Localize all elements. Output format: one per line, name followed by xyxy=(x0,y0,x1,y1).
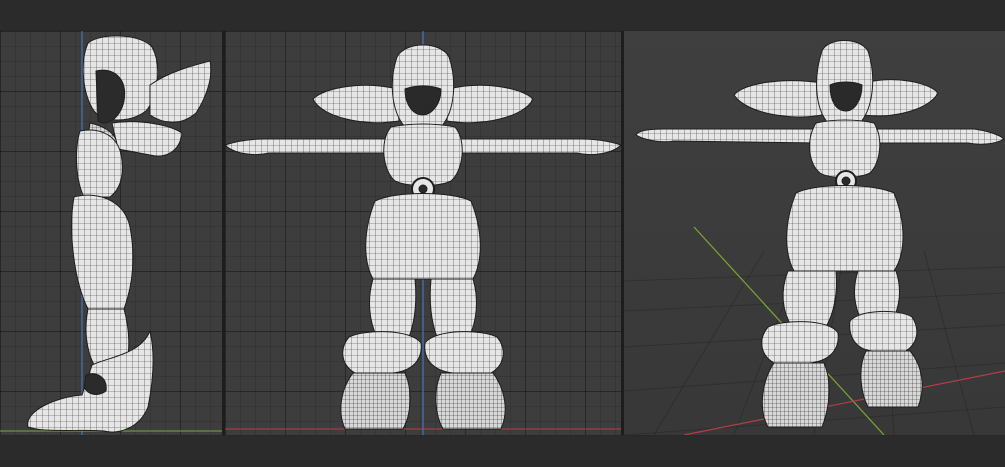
perspective-scene xyxy=(624,40,1005,435)
side-view-viewport[interactable] xyxy=(0,31,222,435)
character-mesh-side[interactable] xyxy=(27,35,212,433)
modeling-workspace xyxy=(0,0,1005,467)
front-view-scene xyxy=(225,31,621,435)
top-header-bar xyxy=(0,0,1005,30)
front-view-viewport[interactable] xyxy=(225,31,621,435)
side-view-scene xyxy=(0,31,222,435)
x-axis-line xyxy=(683,370,1005,435)
bottom-status-bar xyxy=(0,436,1005,467)
perspective-viewport[interactable] xyxy=(624,31,1005,435)
character-mesh-perspective[interactable] xyxy=(635,40,1005,428)
